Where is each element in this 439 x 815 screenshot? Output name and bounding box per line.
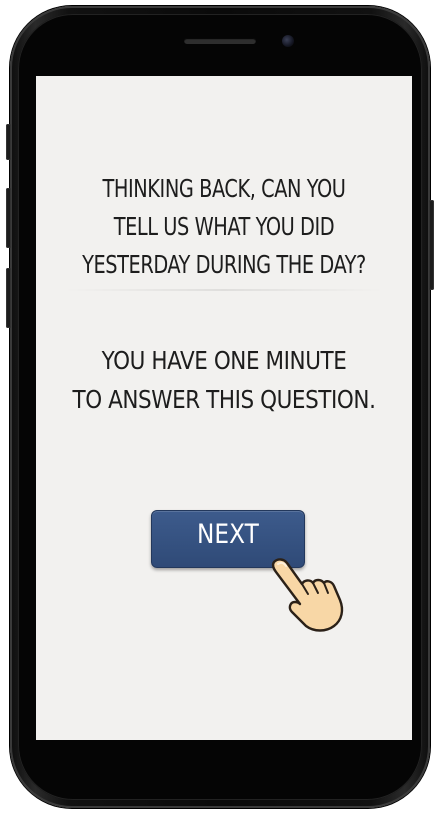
volume-up-button	[6, 188, 11, 248]
stage: THINKING BACK, CAN YOU TELL US WHAT YOU …	[0, 0, 439, 815]
earpiece-speaker	[184, 38, 256, 44]
mute-switch	[6, 124, 11, 160]
phone-screen: THINKING BACK, CAN YOU TELL US WHAT YOU …	[36, 76, 412, 740]
question-text: THINKING BACK, CAN YOU TELL US WHAT YOU …	[82, 174, 366, 279]
front-camera-icon	[282, 35, 294, 47]
next-button-label: NEXT	[197, 519, 259, 550]
power-button	[429, 200, 434, 290]
volume-down-button	[6, 268, 11, 328]
question-divider	[64, 289, 384, 291]
pointing-hand-icon	[271, 558, 344, 632]
instruction-text: YOU HAVE ONE MINUTE TO ANSWER THIS QUEST…	[72, 346, 376, 414]
